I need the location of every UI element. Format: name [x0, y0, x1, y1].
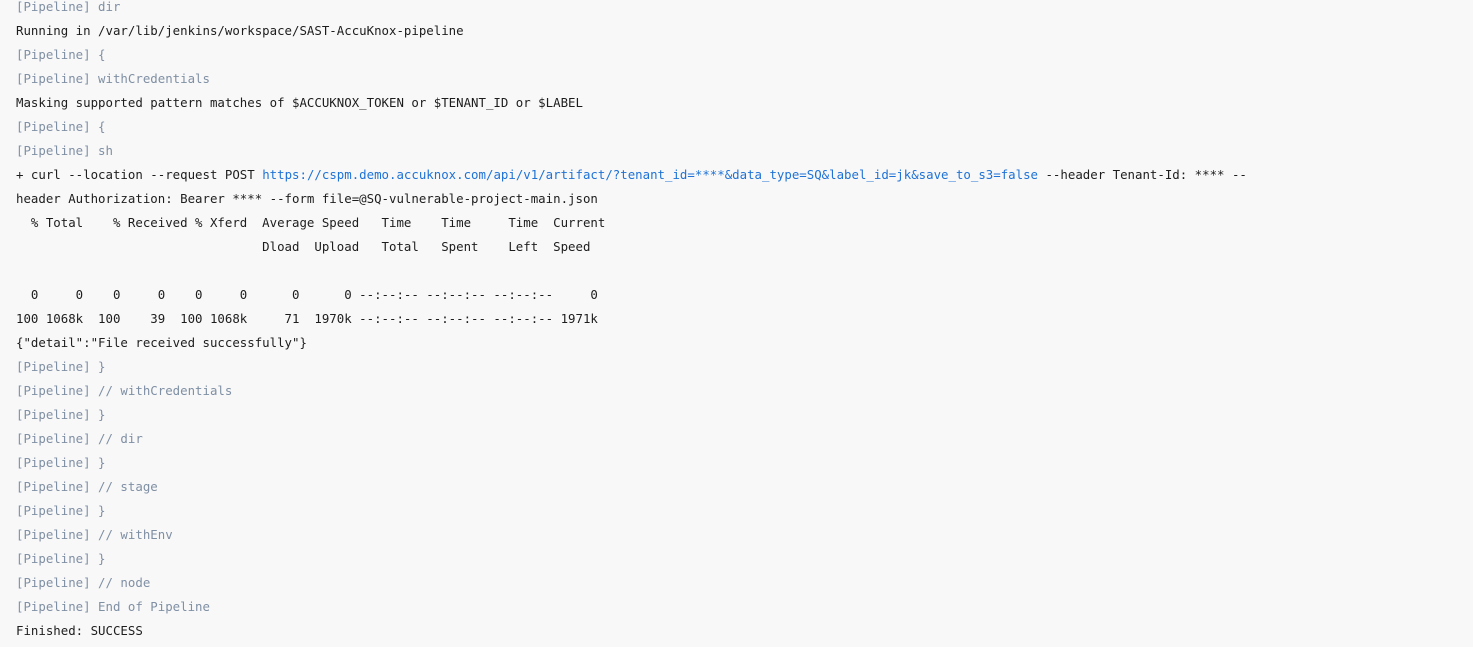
curl-progress-header: % Total % Received % Xferd Average Speed… [16, 215, 606, 230]
console-line: [Pipeline] { [16, 119, 106, 134]
console-line: [Pipeline] } [16, 551, 106, 566]
console-line: [Pipeline] sh [16, 143, 113, 158]
curl-command-line: + curl --location --request POST https:/… [16, 163, 1247, 187]
console-line: [Pipeline] // dir [16, 431, 143, 446]
console-line: [Pipeline] withCredentials [16, 71, 210, 86]
curl-progress-row: 100 1068k 100 39 100 1068k 71 1970k --:-… [16, 311, 598, 326]
console-line: Masking supported pattern matches of $AC… [16, 95, 583, 110]
console-line: [Pipeline] dir [16, 0, 121, 14]
curl-progress-header: Dload Upload Total Spent Left Speed [16, 239, 591, 254]
console-line: [Pipeline] } [16, 359, 106, 374]
console-output: [Pipeline] dir Running in /var/lib/jenki… [0, 0, 1473, 647]
console-line: [Pipeline] End of Pipeline [16, 599, 210, 614]
artifact-api-link[interactable]: https://cspm.demo.accuknox.com/api/v1/ar… [262, 167, 1038, 182]
console-line: [Pipeline] // node [16, 575, 151, 590]
console-line: header Authorization: Bearer **** --form… [16, 191, 598, 206]
console-line: {"detail":"File received successfully"} [16, 335, 307, 350]
console-line: [Pipeline] } [16, 455, 106, 470]
build-status-line: Finished: SUCCESS [16, 623, 143, 638]
console-line: [Pipeline] // withCredentials [16, 383, 233, 398]
console-line: [Pipeline] // stage [16, 479, 158, 494]
console-line: [Pipeline] } [16, 503, 106, 518]
curl-command-prefix: + curl --location --request POST [16, 167, 263, 182]
curl-progress-row: 0 0 0 0 0 0 0 0 --:--:-- --:--:-- --:--:… [16, 287, 598, 302]
console-line: [Pipeline] { [16, 47, 106, 62]
console-line: Running in /var/lib/jenkins/workspace/SA… [16, 23, 464, 38]
console-line: [Pipeline] } [16, 407, 106, 422]
console-line: [Pipeline] // withEnv [16, 527, 173, 542]
curl-command-suffix: --header Tenant-Id: **** -- [1038, 167, 1247, 182]
